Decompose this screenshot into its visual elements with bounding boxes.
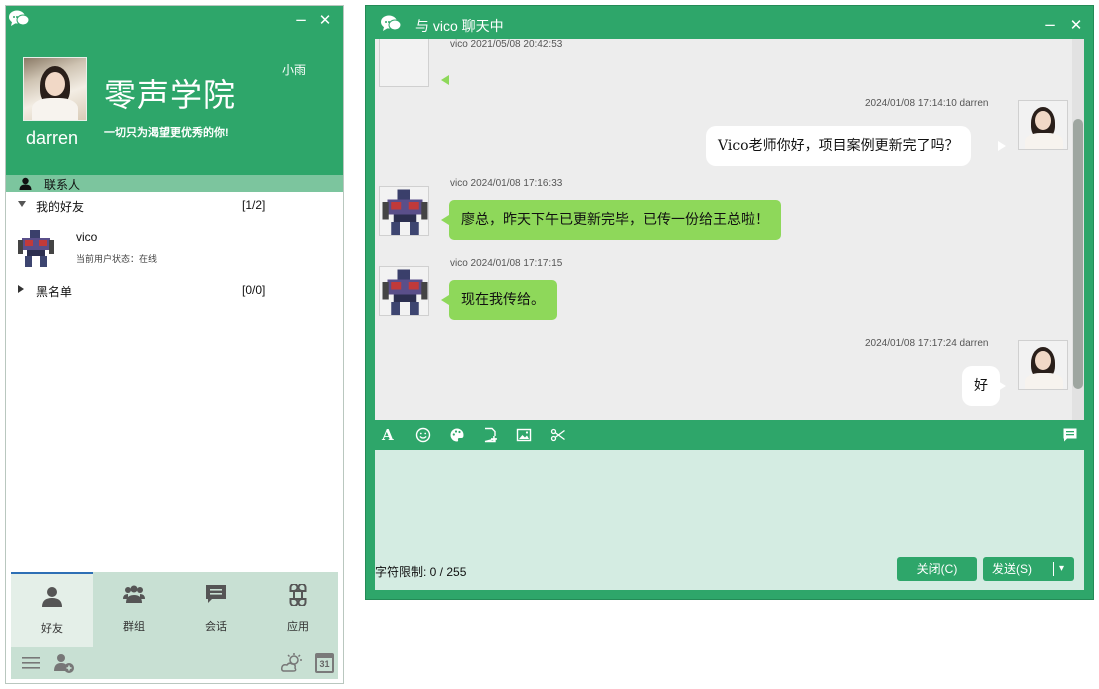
- friend-item-vico[interactable]: vico 当前用户状态：在线: [6, 224, 343, 272]
- scissors-icon[interactable]: [550, 427, 566, 443]
- signature-text[interactable]: 一切只为渴望更优秀的你!: [104, 124, 229, 140]
- image-icon[interactable]: [516, 427, 532, 443]
- group-name: 黑名单: [36, 285, 73, 299]
- add-file-icon[interactable]: [482, 427, 498, 443]
- send-button[interactable]: 发送(S) ▾: [983, 557, 1074, 581]
- chat-icon: [206, 585, 226, 603]
- message-avatar: [1018, 100, 1068, 150]
- tab-groups[interactable]: 群组: [93, 572, 175, 647]
- tab-label: 应用: [287, 621, 309, 633]
- bubble-tail: [998, 381, 1006, 391]
- chat-title: 与 vico 聊天中: [415, 18, 504, 34]
- user-avatar[interactable]: [23, 57, 87, 121]
- collapsed-arrow-icon: [18, 285, 24, 293]
- group-count: [1/2]: [242, 198, 266, 212]
- divider: [1053, 562, 1054, 576]
- close-button[interactable]: ✕: [1068, 17, 1084, 33]
- group-icon: [123, 585, 145, 603]
- scrollbar[interactable]: [1072, 39, 1084, 420]
- nickname-label: 小雨: [282, 63, 307, 77]
- close-button[interactable]: ✕: [317, 12, 333, 28]
- tab-label: 好友: [41, 623, 63, 635]
- chat-window: 与 vico 聊天中 − ✕ vico 2021/05/08 20:42:53 …: [365, 5, 1094, 600]
- char-limit-label: 字符限制: 0 / 255: [375, 565, 467, 579]
- group-count: [0/0]: [242, 283, 266, 297]
- message-bubble[interactable]: 现在我传给。: [449, 280, 557, 320]
- group-my-friends[interactable]: 我的好友 [1/2]: [6, 196, 343, 216]
- minimize-button[interactable]: −: [293, 12, 309, 28]
- bubble-tail: [441, 75, 449, 85]
- message-avatar: [379, 39, 429, 87]
- friend-name: vico: [76, 230, 98, 244]
- message-avatar: [379, 266, 429, 316]
- chat-bubbles-icon: [381, 15, 402, 31]
- tab-sessions[interactable]: 会话: [175, 572, 257, 647]
- contacts-label: 联系人: [44, 178, 81, 192]
- menu-icon[interactable]: [21, 655, 41, 671]
- input-toolbar: A: [375, 420, 1084, 450]
- palette-icon[interactable]: [449, 427, 465, 443]
- user-name: darren: [26, 128, 79, 148]
- emoji-icon[interactable]: [415, 427, 431, 443]
- bubble-tail: [441, 215, 449, 225]
- school-name: 零声学院: [104, 77, 237, 113]
- chat-bubbles-icon: [9, 10, 30, 26]
- robot-avatar: [382, 269, 428, 315]
- contacts-header: 联系人: [6, 175, 343, 192]
- friend-avatar: [18, 230, 54, 267]
- calendar-icon[interactable]: 31: [315, 653, 334, 673]
- profile-header: − ✕ darren 零声学院 一切只为渴望更优秀的你! 小雨: [6, 6, 343, 175]
- font-icon[interactable]: A: [382, 427, 398, 443]
- message-list[interactable]: vico 2021/05/08 20:42:53 2024/01/08 17:1…: [375, 39, 1084, 420]
- message-meta: vico 2021/05/08 20:42:53: [450, 39, 563, 50]
- person-icon: [42, 587, 62, 607]
- calendar-day: 31: [317, 658, 332, 671]
- command-icon: [289, 584, 307, 606]
- main-panel: − ✕ darren 零声学院 一切只为渴望更优秀的你! 小雨 联系人 我的好友…: [5, 5, 344, 684]
- expand-arrow-icon: [18, 201, 26, 207]
- message-avatar: [379, 186, 429, 236]
- message-avatar: [1018, 340, 1068, 390]
- weather-icon[interactable]: [281, 653, 305, 673]
- message-meta: 2024/01/08 17:14:10 darren: [865, 98, 989, 109]
- close-chat-button[interactable]: 关闭(C): [897, 557, 977, 581]
- tab-apps[interactable]: 应用: [257, 572, 339, 647]
- add-friend-icon[interactable]: [53, 652, 75, 674]
- message-history-icon[interactable]: [1062, 427, 1078, 443]
- send-options-dropdown[interactable]: ▾: [1059, 557, 1064, 581]
- message-bubble[interactable]: 廖总，昨天下午已更新完毕，已传一份给王总啦！: [449, 200, 781, 240]
- bottom-toolbar: 31: [11, 647, 338, 679]
- bubble-tail: [998, 141, 1006, 151]
- bottom-tab-bar: 好友 群组 会话 应用: [11, 572, 338, 647]
- minimize-button[interactable]: −: [1042, 17, 1058, 33]
- message-input[interactable]: 字符限制: 0 / 255 关闭(C) 发送(S) ▾: [375, 450, 1084, 590]
- scrollbar-thumb[interactable]: [1073, 119, 1083, 389]
- message-bubble[interactable]: 好: [962, 366, 1000, 406]
- friend-status: 当前用户状态：在线: [76, 254, 158, 264]
- tab-label: 会话: [205, 621, 227, 633]
- message-meta: vico 2024/01/08 17:16:33: [450, 178, 563, 189]
- message-meta: 2024/01/08 17:17:24 darren: [865, 338, 989, 349]
- message-meta: vico 2024/01/08 17:17:15: [450, 258, 563, 269]
- bubble-tail: [441, 295, 449, 305]
- tab-label: 群组: [123, 621, 145, 633]
- message-bubble[interactable]: Vico老师你好，项目案例更新完了吗？: [706, 126, 971, 166]
- group-blacklist[interactable]: 黑名单 [0/0]: [6, 281, 343, 301]
- person-icon: [19, 177, 32, 190]
- tab-friends[interactable]: 好友: [11, 572, 93, 647]
- group-name: 我的好友: [36, 200, 85, 214]
- robot-avatar: [382, 189, 428, 235]
- send-label: 发送(S): [992, 562, 1032, 576]
